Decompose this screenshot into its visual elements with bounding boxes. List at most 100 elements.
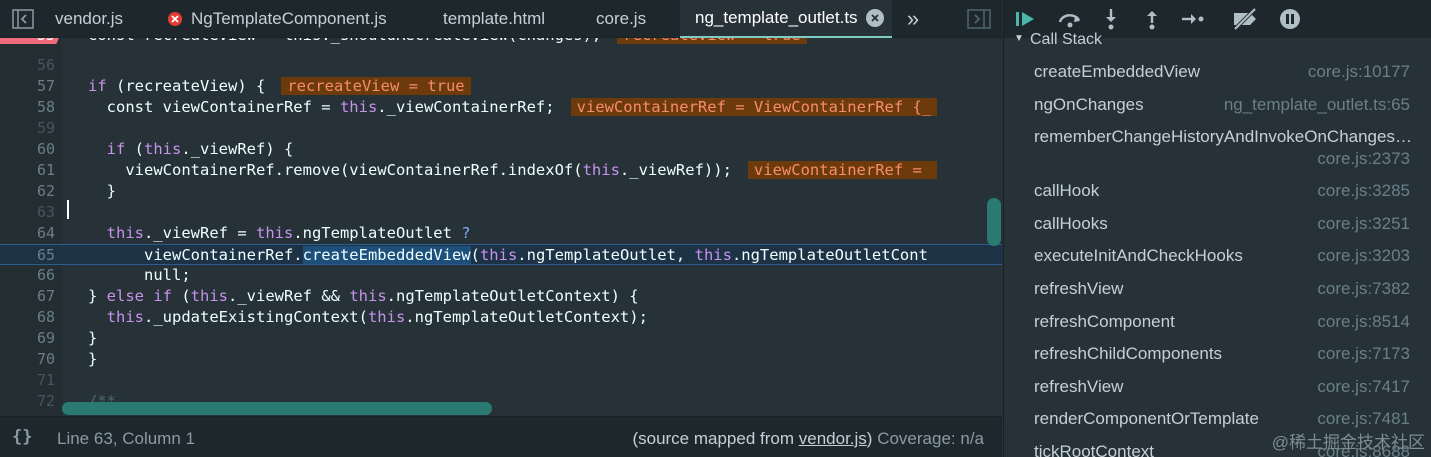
toggle-debugger-icon[interactable]: [962, 0, 996, 38]
code-line[interactable]: 62 }: [0, 181, 1002, 202]
call-stack-header[interactable]: ▼ Call Stack: [1004, 28, 1431, 50]
call-frame-function: callHooks: [1034, 213, 1108, 233]
tab-core-js[interactable]: core.js: [581, 0, 680, 38]
code-token: this: [694, 246, 732, 264]
line-number[interactable]: 70: [0, 349, 55, 370]
code-text: this._viewRef = this.ngTemplateOutlet ?: [88, 223, 471, 244]
tab-ngtemplatecomponent-js[interactable]: NgTemplateComponent.js: [154, 0, 428, 38]
cursor-position: Line 63, Column 1: [57, 429, 195, 448]
code-line[interactable]: 63: [0, 202, 1002, 223]
code-line[interactable]: 68 this._updateExistingContext(this.ngTe…: [0, 307, 1002, 328]
code-line[interactable]: 69}: [0, 328, 1002, 349]
pretty-print-icon[interactable]: {}: [12, 427, 32, 447]
line-number[interactable]: 72: [0, 391, 55, 412]
code-text: const recreateView = this._shouldRecreat…: [88, 38, 807, 46]
call-frame[interactable]: rememberChangeHistoryAndInvokeOnChangesH…: [1004, 125, 1431, 179]
line-number[interactable]: 59: [0, 118, 55, 139]
call-frame-location[interactable]: core.js:7481: [1317, 409, 1410, 429]
line-number[interactable]: 67: [0, 286, 55, 307]
line-number[interactable]: 69: [0, 328, 55, 349]
close-tab-icon[interactable]: [865, 9, 884, 27]
vertical-scrollbar[interactable]: [987, 198, 1001, 246]
collapse-triangle-icon[interactable]: ▼: [1014, 33, 1024, 44]
call-frame-function: tickRootContext: [1034, 442, 1154, 457]
tab-vendor-js[interactable]: vendor.js: [40, 0, 154, 38]
tab-label: ng_template_outlet.ts: [695, 8, 858, 27]
code-line[interactable]: 71: [0, 370, 1002, 391]
line-number[interactable]: 65: [0, 245, 55, 266]
call-frame-location[interactable]: core.js:3251: [1317, 214, 1410, 234]
code-editor[interactable]: 55 const recreateView = this._shouldRecre…: [0, 38, 1002, 416]
call-frame[interactable]: refreshView core.js:7417: [1004, 375, 1431, 407]
code-token: }: [88, 182, 116, 200]
line-number[interactable]: 61: [0, 160, 55, 181]
code-text: viewContainerRef.createEmbeddedView(this…: [88, 245, 928, 266]
call-frame[interactable]: refreshChildComponents core.js:7173: [1004, 342, 1431, 374]
line-number[interactable]: 64: [0, 223, 55, 244]
call-frame-location[interactable]: core.js:10177: [1308, 62, 1410, 82]
code-line[interactable]: 57 if (recreateView) {recreateView = true: [0, 76, 1002, 97]
tab-bar: vendor.js NgTemplateComponent.js template.…: [0, 0, 1002, 38]
source-map-prefix: (source mapped from: [632, 429, 799, 448]
call-frame[interactable]: callHooks core.js:3251: [1004, 212, 1431, 244]
code-line[interactable]: 64 this._viewRef = this.ngTemplateOutlet…: [0, 223, 1002, 244]
code-text: }: [88, 181, 116, 202]
code-token: this: [106, 308, 144, 326]
call-frame-location[interactable]: core.js:7417: [1317, 377, 1410, 397]
code-token: .ngTemplateOutletContext) {: [386, 287, 639, 305]
tab-ng-template-outlet-ts[interactable]: ng_template_outlet.ts: [680, 0, 892, 38]
code-line[interactable]: 59: [0, 118, 1002, 139]
call-frame-location[interactable]: core.js:3203: [1317, 246, 1410, 266]
source-map-link[interactable]: vendor.js: [799, 429, 867, 448]
call-frame-location[interactable]: core.js:8514: [1317, 312, 1410, 332]
code-token: this: [367, 308, 406, 326]
call-frame-location[interactable]: core.js:7382: [1317, 279, 1410, 299]
code-line[interactable]: 70}: [0, 349, 1002, 370]
code-line[interactable]: 65 viewContainerRef.createEmbeddedView(t…: [0, 244, 1002, 265]
tab-label: core.js: [596, 9, 647, 28]
code-line[interactable]: 67} else if (this._viewRef && this.ngTem…: [0, 286, 1002, 307]
call-frame-function: refreshView: [1034, 279, 1124, 298]
tab-label: vendor.js: [55, 9, 124, 28]
call-frame-location[interactable]: core.js:7173: [1317, 344, 1410, 364]
horizontal-scrollbar[interactable]: [62, 402, 492, 415]
code-line[interactable]: 66 null;: [0, 265, 1002, 286]
call-frame[interactable]: ngOnChanges ng_template_outlet.ts:65: [1004, 93, 1431, 125]
line-number[interactable]: 62: [0, 181, 55, 202]
tab-template-html[interactable]: template.html: [428, 0, 581, 38]
code-line[interactable]: 58 const viewContainerRef = this._viewCo…: [0, 97, 1002, 118]
code-line[interactable]: 55 const recreateView = this._shouldRecre…: [0, 38, 1002, 55]
call-frame[interactable]: refreshComponent core.js:8514: [1004, 310, 1431, 342]
line-number[interactable]: 58: [0, 97, 55, 118]
tab-overflow-icon[interactable]: »: [898, 0, 928, 38]
code-line[interactable]: 56: [0, 55, 1002, 76]
code-token: ._viewRef));: [619, 161, 732, 179]
call-frame-function: refreshComponent: [1034, 311, 1175, 331]
code-token: }: [88, 350, 98, 368]
line-number[interactable]: 63: [0, 202, 55, 223]
code-token: else if: [106, 287, 172, 305]
line-number[interactable]: 68: [0, 307, 55, 328]
selected-token: createEmbeddedView: [302, 246, 471, 264]
line-number[interactable]: 57: [0, 76, 55, 97]
call-frame-location[interactable]: core.js:2373: [1317, 149, 1410, 169]
call-frame-location[interactable]: ng_template_outlet.ts:65: [1224, 95, 1410, 115]
call-frame-location[interactable]: core.js:3285: [1317, 181, 1410, 201]
line-number[interactable]: 71: [0, 370, 55, 391]
tab-label: template.html: [443, 9, 546, 28]
line-number[interactable]: 56: [0, 55, 55, 76]
call-frame[interactable]: executeInitAndCheckHooks core.js:3203: [1004, 244, 1431, 276]
code-token: this: [349, 287, 387, 305]
code-text: viewContainerRef.remove(viewContainerRef…: [88, 160, 938, 181]
call-frame-function: createEmbeddedView: [1034, 62, 1201, 81]
line-number[interactable]: 66: [0, 265, 55, 286]
line-number[interactable]: 60: [0, 139, 55, 160]
call-frame[interactable]: refreshView core.js:7382: [1004, 277, 1431, 309]
call-frame[interactable]: callHook core.js:3285: [1004, 179, 1431, 211]
code-line[interactable]: 61 viewContainerRef.remove(viewContainer…: [0, 160, 1002, 181]
code-token: ._updateExistingContext(: [144, 308, 368, 326]
toggle-navigator-icon[interactable]: [8, 0, 38, 38]
code-line[interactable]: 60 if (this._viewRef) {: [0, 139, 1002, 160]
call-frame[interactable]: createEmbeddedView core.js:10177: [1004, 60, 1431, 92]
